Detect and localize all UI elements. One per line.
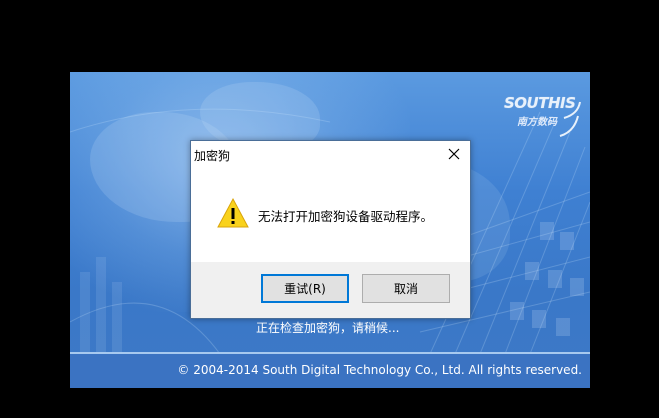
logo-brand: SOUTHIS xyxy=(504,94,576,112)
southis-logo: SOUTHIS 南方数码 xyxy=(504,92,584,144)
dialog-message: 无法打开加密狗设备驱动程序。 xyxy=(258,209,434,224)
close-button[interactable] xyxy=(438,141,470,167)
cancel-button[interactable]: 取消 xyxy=(362,274,450,303)
dialog-titlebar: 加密狗 xyxy=(191,141,470,169)
warning-icon xyxy=(217,197,249,228)
message-dialog: 加密狗 无法打开加密狗设备驱动程序。 重试(R) 取消 xyxy=(190,140,471,319)
close-icon xyxy=(448,148,460,160)
loading-status: 正在检查加密狗，请稍候... xyxy=(256,321,400,335)
copyright-text: © 2004-2014 South Digital Technology Co.… xyxy=(177,363,582,377)
dialog-button-bar: 重试(R) 取消 xyxy=(191,262,470,318)
dialog-title: 加密狗 xyxy=(194,149,231,163)
screen: SOUTHIS 南方数码 正在检查加密狗，请稍候... © 2004-2014 … xyxy=(0,0,659,418)
retry-button[interactable]: 重试(R) xyxy=(261,274,349,303)
logo-subtitle: 南方数码 xyxy=(517,117,557,128)
